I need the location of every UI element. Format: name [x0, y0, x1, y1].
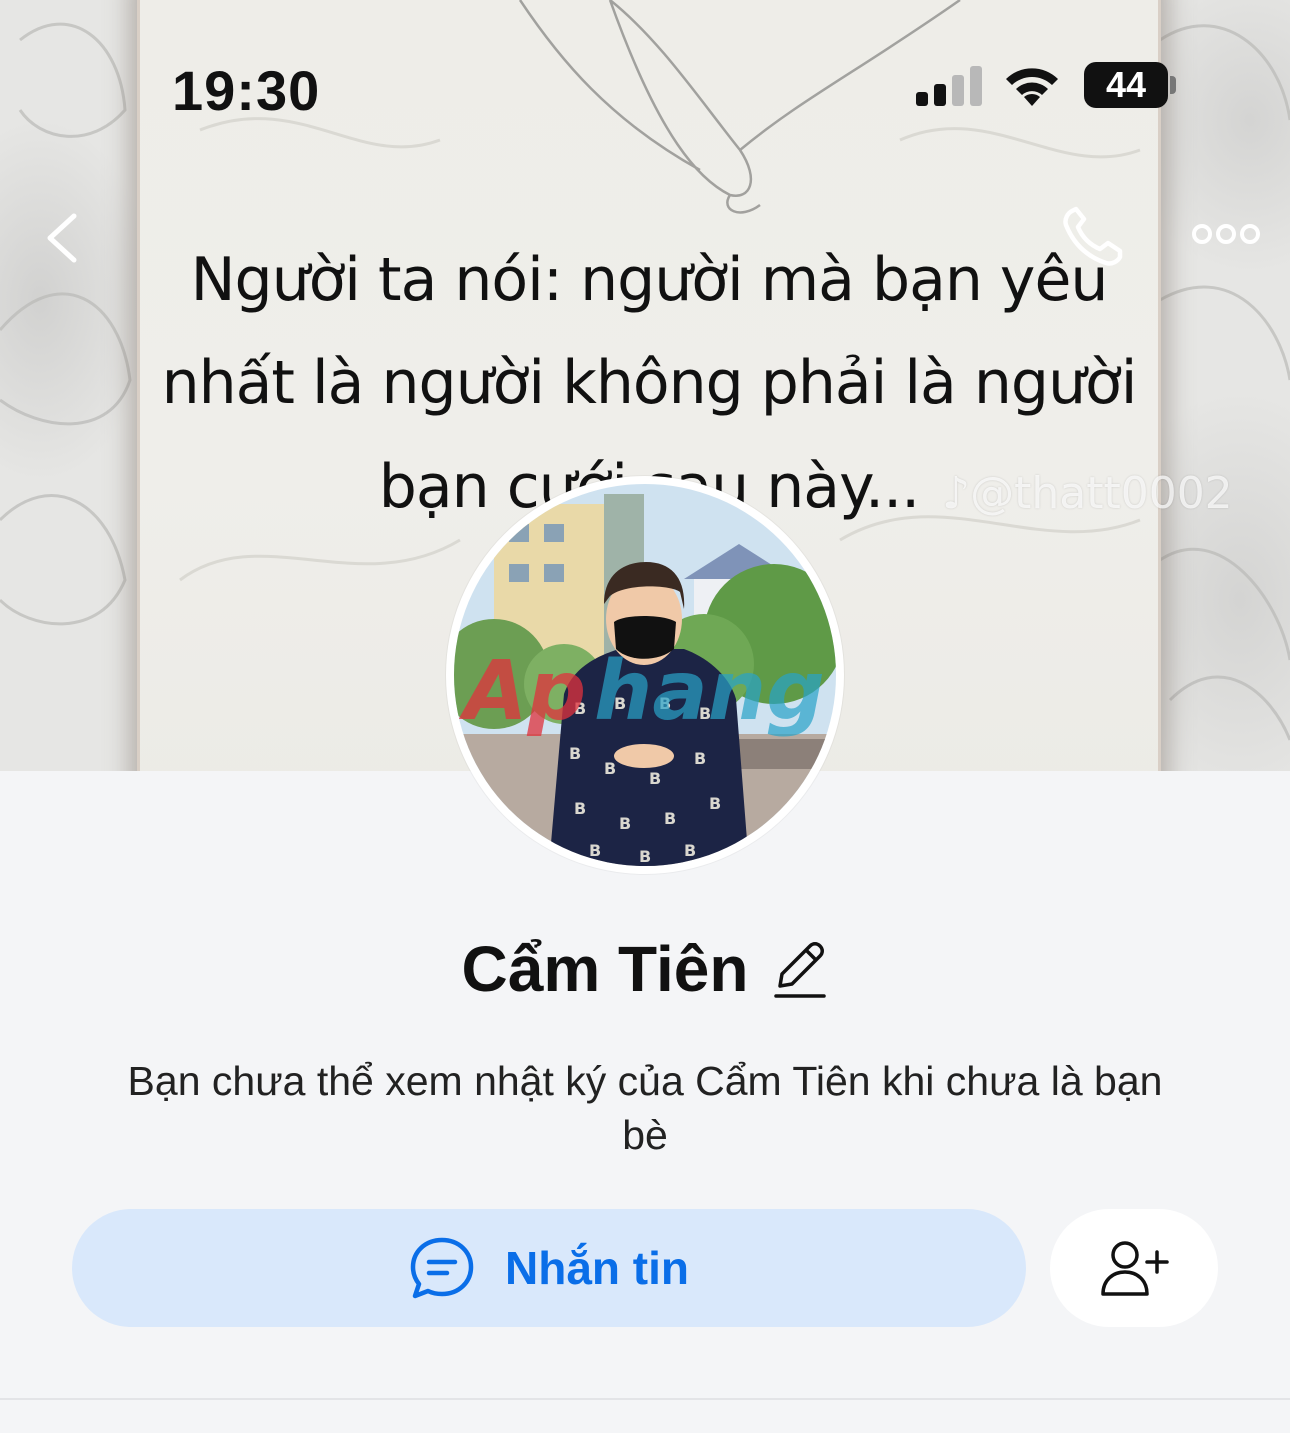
- avatar[interactable]: BBBB BBBB BBBB BBB Ap hang: [446, 476, 844, 874]
- quote-line-2: nhất là người không phải là người: [161, 348, 1138, 418]
- pencil-icon[interactable]: [772, 938, 828, 1000]
- svg-text:B: B: [569, 744, 581, 763]
- svg-text:B: B: [619, 814, 631, 833]
- battery-indicator: 44: [1084, 62, 1168, 108]
- svg-text:B: B: [664, 809, 676, 828]
- watermark-text: @thatt0002: [970, 468, 1233, 519]
- svg-text:hang: hang: [594, 644, 825, 739]
- add-friend-button[interactable]: [1050, 1209, 1218, 1327]
- phone-icon[interactable]: [1060, 205, 1126, 267]
- message-button[interactable]: Nhắn tin: [72, 1209, 1026, 1327]
- image-watermark-logo: Ap: [458, 644, 586, 739]
- svg-text:B: B: [684, 841, 696, 860]
- tiktok-watermark: ♪@thatt0002: [942, 468, 1233, 519]
- status-time: 19:30: [172, 59, 321, 122]
- cellular-signal-icon: [916, 66, 982, 106]
- chevron-left-icon[interactable]: [40, 210, 84, 266]
- tiktok-icon: ♪: [942, 468, 971, 519]
- svg-text:B: B: [649, 769, 661, 788]
- chat-bubble-icon: [410, 1237, 474, 1299]
- message-button-label: Nhắn tin: [505, 1242, 689, 1294]
- friend-only-notice: Bạn chưa thể xem nhật ký của Cẩm Tiên kh…: [127, 1058, 1163, 1158]
- svg-text:B: B: [709, 794, 721, 813]
- battery-level: 44: [1105, 64, 1147, 105]
- svg-text:B: B: [604, 759, 616, 778]
- svg-text:B: B: [574, 799, 586, 818]
- quote-line-1: Người ta nói: người mà bạn yêu: [190, 245, 1109, 315]
- wifi-icon: [1006, 68, 1058, 106]
- svg-text:B: B: [589, 841, 601, 860]
- profile-name-row: Cẩm Tiên: [0, 932, 1290, 1006]
- profile-name: Cẩm Tiên: [461, 933, 749, 1005]
- section-divider: [0, 1398, 1290, 1400]
- add-friend-icon: [1101, 1241, 1169, 1296]
- svg-text:B: B: [694, 749, 706, 768]
- svg-text:B: B: [639, 847, 651, 866]
- avatar-photo: BBBB BBBB BBBB BBB Ap hang: [454, 484, 836, 866]
- battery-cap: [1170, 76, 1176, 94]
- avatar-illustration: B B BB BBBB BB BB BBB Ap hang: [454, 484, 836, 866]
- more-dots-icon[interactable]: [1190, 220, 1262, 248]
